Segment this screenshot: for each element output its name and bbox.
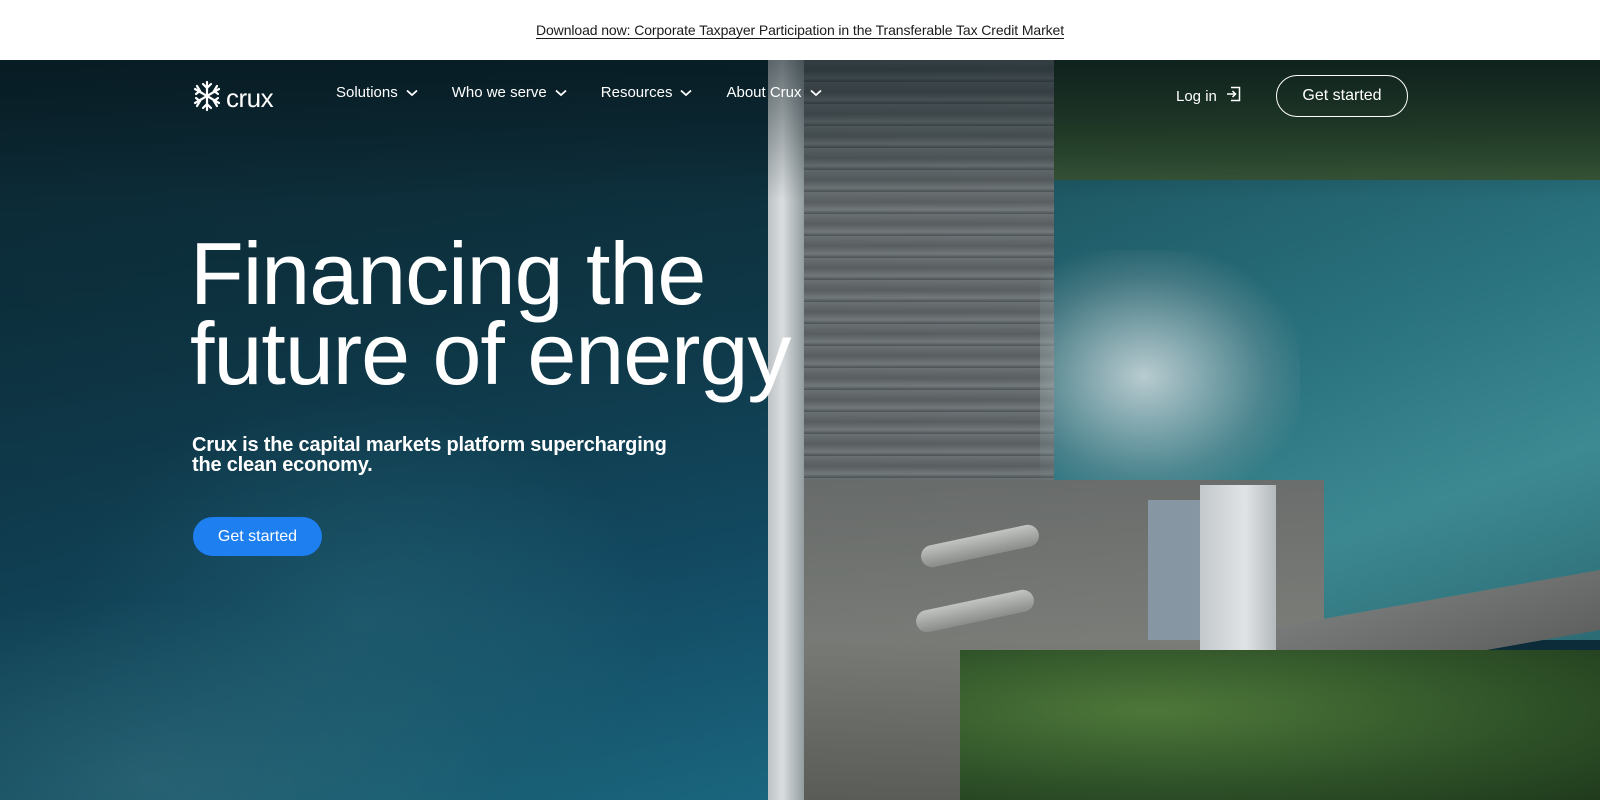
nav-item-label: Who we serve — [451, 84, 547, 101]
nav-item-about-crux[interactable]: About Crux — [726, 84, 822, 101]
crux-snowflake-icon — [192, 80, 222, 117]
hero-background-image — [0, 60, 1600, 800]
login-link[interactable]: Log in — [1176, 85, 1243, 107]
hero-headline-line-2: future of energy — [190, 304, 791, 403]
nav-item-label: Resources — [600, 84, 673, 101]
announcement-bar: Download now: Corporate Taxpayer Partici… — [0, 0, 1600, 60]
nav-item-who-we-serve[interactable]: Who we serve — [452, 84, 567, 101]
announcement-link[interactable]: Download now: Corporate Taxpayer Partici… — [536, 22, 1064, 38]
crux-logo[interactable]: crux — [192, 80, 274, 117]
login-arrow-icon — [1225, 85, 1243, 107]
nav-item-resources[interactable]: Resources — [601, 84, 693, 101]
hero-headline-line-1: Financing the — [190, 224, 706, 323]
nav-links: Solutions Who we serve Resources About C… — [336, 84, 856, 101]
nav-item-solutions[interactable]: Solutions — [336, 84, 418, 101]
chevron-down-icon — [680, 89, 693, 97]
chevron-down-icon — [555, 89, 567, 97]
nav-item-label: About Crux — [726, 84, 802, 101]
nav-item-label: Solutions — [336, 84, 398, 101]
hero-subhead: Crux is the capital markets platform sup… — [192, 434, 667, 476]
main-nav: crux Solutions Who we serve Resources Ab… — [0, 60, 1600, 132]
login-label: Log in — [1176, 87, 1217, 105]
hero-section — [0, 60, 1600, 800]
chevron-down-icon — [406, 89, 418, 97]
brand-wordmark: crux — [226, 83, 274, 113]
chevron-down-icon — [809, 89, 822, 97]
nav-get-started-button[interactable]: Get started — [1276, 75, 1408, 117]
hero-get-started-button[interactable]: Get started — [193, 517, 322, 556]
hero-headline: Financing the future of energy — [190, 224, 810, 403]
